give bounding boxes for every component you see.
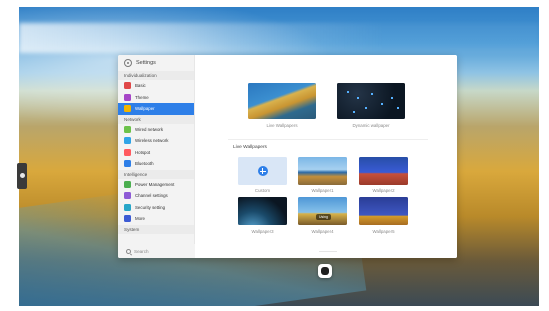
wallpaper-tile-wallpaper5-label: Wallpaper5	[372, 229, 395, 234]
more-icon	[124, 215, 131, 223]
sidebar-item-wireless-network[interactable]: Wireless network	[118, 135, 194, 147]
channel-settings-icon	[124, 192, 131, 200]
wallpaper-tile-wallpaper1[interactable]	[298, 157, 347, 185]
sidebar-item-channel-settings[interactable]: Channel settings	[118, 190, 194, 202]
basic-icon	[124, 82, 131, 90]
sidebar-item-label: Channel settings	[135, 193, 168, 199]
bluetooth-icon	[124, 160, 131, 168]
settings-sidebar: Settings Individualization Basic Theme W…	[118, 55, 195, 258]
content-divider	[228, 139, 428, 140]
scroll-indicator[interactable]	[319, 251, 337, 252]
sidebar-item-label: Wallpaper	[135, 106, 155, 112]
sidebar-item-wired-network[interactable]: Wired network	[118, 124, 194, 136]
sidebar-item-label: Theme	[135, 94, 149, 100]
live-wallpapers-option-label: Live Wallpapers	[266, 123, 298, 128]
security-setting-icon	[124, 203, 131, 211]
wallpaper-content: Live Wallpapers Dynamic wallpaper Live W…	[196, 55, 457, 258]
wallpaper-tile-custom[interactable]	[238, 157, 287, 185]
sidebar-item-label: Basic	[135, 83, 146, 89]
wallpaper-tile-wallpaper2[interactable]	[359, 157, 408, 185]
using-badge: Using	[316, 214, 331, 220]
theme-icon	[124, 93, 131, 101]
sidebar-item-label: Wired network	[135, 126, 164, 132]
wallpaper-tile-wallpaper5[interactable]	[359, 197, 408, 225]
wireless-network-icon	[124, 137, 131, 145]
sidebar-item-label: Security setting	[135, 204, 166, 210]
sidebar-item-label: Wireless network	[135, 138, 169, 144]
wallpaper-tile-wallpaper4-label: Wallpaper4	[311, 229, 334, 234]
search-input-placeholder: Search	[134, 248, 149, 254]
gear-icon	[124, 59, 132, 67]
sidebar-section-network: Network	[118, 114, 194, 124]
power-management-icon	[124, 180, 131, 188]
sidebar-item-label: More	[135, 216, 146, 222]
live-wallpapers-section-title: Live Wallpapers	[233, 145, 267, 150]
home-button[interactable]	[318, 264, 332, 278]
sidebar-item-hotspot[interactable]: Hotspot	[118, 147, 194, 159]
wallpaper-tile-wallpaper3[interactable]	[238, 197, 287, 225]
sidebar-item-more[interactable]: More	[118, 213, 194, 225]
sidebar-item-wallpaper[interactable]: Wallpaper	[118, 103, 194, 115]
dynamic-wallpaper-option-label: Dynamic wallpaper	[352, 123, 390, 128]
sidebar-item-theme[interactable]: Theme	[118, 92, 194, 104]
sidebar-item-label: Hotspot	[135, 149, 151, 155]
settings-window: Settings Individualization Basic Theme W…	[118, 55, 457, 258]
sidebar-item-security-setting[interactable]: Security setting	[118, 202, 194, 214]
wallpaper-mode-options: Live Wallpapers Dynamic wallpaper	[196, 55, 457, 135]
wallpaper-tile-custom-label: Custom	[254, 188, 271, 193]
sidebar-item-basic[interactable]: Basic	[118, 80, 194, 92]
hotspot-icon	[124, 148, 131, 156]
wallpaper-tile-wallpaper1-label: Wallpaper1	[311, 188, 334, 193]
sidebar-search[interactable]: Search	[118, 244, 195, 258]
sidebar-section-intelligence: Intelligence	[118, 169, 194, 179]
live-wallpapers-option-thumb[interactable]	[248, 83, 316, 119]
sidebar-section-system: System	[118, 224, 194, 234]
wired-network-icon	[124, 125, 131, 133]
sidebar-header: Settings	[118, 55, 194, 71]
edge-handle[interactable]	[17, 163, 27, 189]
handle-dot-icon	[20, 173, 25, 178]
sidebar-item-power-management[interactable]: Power Management	[118, 179, 194, 191]
wallpaper-tile-wallpaper2-label: Wallpaper2	[372, 188, 395, 193]
dynamic-wallpaper-option-thumb[interactable]	[337, 83, 405, 119]
wallpaper-icon	[124, 105, 131, 113]
search-icon	[126, 248, 131, 254]
sidebar-item-label: Bluetooth	[135, 161, 154, 167]
wallpaper-tile-wallpaper3-label: Wallpaper3	[251, 229, 274, 234]
app-title: Settings	[136, 60, 156, 66]
wallpaper-tile-wallpaper4[interactable]: Using	[298, 197, 347, 225]
sidebar-item-bluetooth[interactable]: Bluetooth	[118, 158, 194, 170]
add-icon	[257, 166, 268, 176]
sidebar-section-individualization: Individualization	[118, 71, 194, 80]
sidebar-item-label: Power Management	[135, 181, 175, 187]
